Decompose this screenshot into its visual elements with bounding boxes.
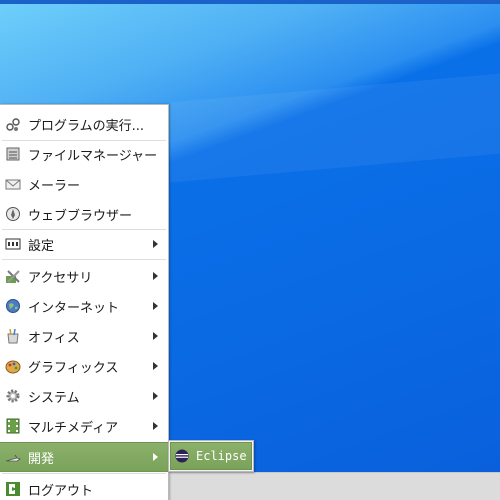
submenu-arrow-icon	[153, 392, 158, 400]
application-menu: プログラムの実行... ファイルマネージャー メーラー ウェブブラウザー 設定 …	[0, 104, 169, 500]
logout-icon	[5, 481, 21, 497]
menu-item-label: ファイルマネージャー	[28, 148, 158, 164]
submenu-arrow-icon	[153, 302, 158, 310]
menu-item-settings[interactable]: 設定	[0, 229, 168, 259]
menu-item-internet[interactable]: インターネット	[0, 291, 168, 321]
menu-item-graphics[interactable]: グラフィックス	[0, 351, 168, 381]
menu-item-run-program[interactable]: プログラムの実行...	[0, 109, 168, 139]
submenu-arrow-icon	[153, 272, 158, 280]
menu-item-accessories[interactable]: アクセサリ	[0, 261, 168, 291]
settings-icon	[5, 236, 21, 252]
eclipse-icon	[175, 449, 189, 463]
file-manager-icon	[5, 146, 21, 162]
menu-item-label: グラフィックス	[28, 360, 119, 376]
submenu-arrow-icon	[153, 422, 158, 430]
development-icon	[5, 449, 21, 465]
submenu-arrow-icon	[153, 332, 158, 340]
submenu-arrow-icon	[153, 362, 158, 370]
mail-icon	[5, 176, 21, 192]
internet-icon	[5, 298, 21, 314]
submenu-item-eclipse[interactable]: Eclipse	[170, 442, 252, 470]
menu-item-label: インターネット	[28, 300, 120, 316]
menu-separator	[2, 259, 166, 260]
multimedia-icon	[5, 418, 21, 434]
menu-item-logout[interactable]: ログアウト	[0, 474, 168, 500]
menu-item-label: メーラー	[28, 178, 81, 194]
menu-item-label: 開発	[28, 451, 55, 467]
menu-item-label: 設定	[28, 238, 55, 254]
menu-item-label: マルチメディア	[28, 420, 119, 436]
menu-item-label: プログラムの実行...	[28, 118, 145, 134]
menu-item-label: システム	[28, 390, 80, 406]
menu-item-file-manager[interactable]: ファイルマネージャー	[0, 139, 168, 169]
submenu-item-label: Eclipse	[196, 449, 247, 463]
menu-item-office[interactable]: オフィス	[0, 321, 168, 351]
graphics-icon	[5, 358, 21, 374]
menu-item-label: ウェブブラウザー	[28, 208, 133, 224]
submenu-arrow-icon	[153, 240, 158, 248]
menu-item-label: ログアウト	[28, 483, 94, 499]
office-icon	[5, 328, 21, 344]
development-submenu: Eclipse	[168, 440, 254, 472]
submenu-arrow-icon	[153, 453, 158, 461]
web-browser-icon	[5, 206, 21, 222]
menu-item-development[interactable]: 開発	[0, 442, 168, 472]
menu-item-label: オフィス	[28, 330, 80, 346]
accessories-icon	[5, 268, 21, 284]
menu-item-system[interactable]: システム	[0, 381, 168, 411]
run-program-icon	[5, 116, 21, 132]
menu-item-multimedia[interactable]: マルチメディア	[0, 411, 168, 441]
system-icon	[5, 388, 21, 404]
menu-item-web-browser[interactable]: ウェブブラウザー	[0, 199, 168, 229]
menu-item-mailer[interactable]: メーラー	[0, 169, 168, 199]
menu-item-label: アクセサリ	[28, 270, 93, 286]
